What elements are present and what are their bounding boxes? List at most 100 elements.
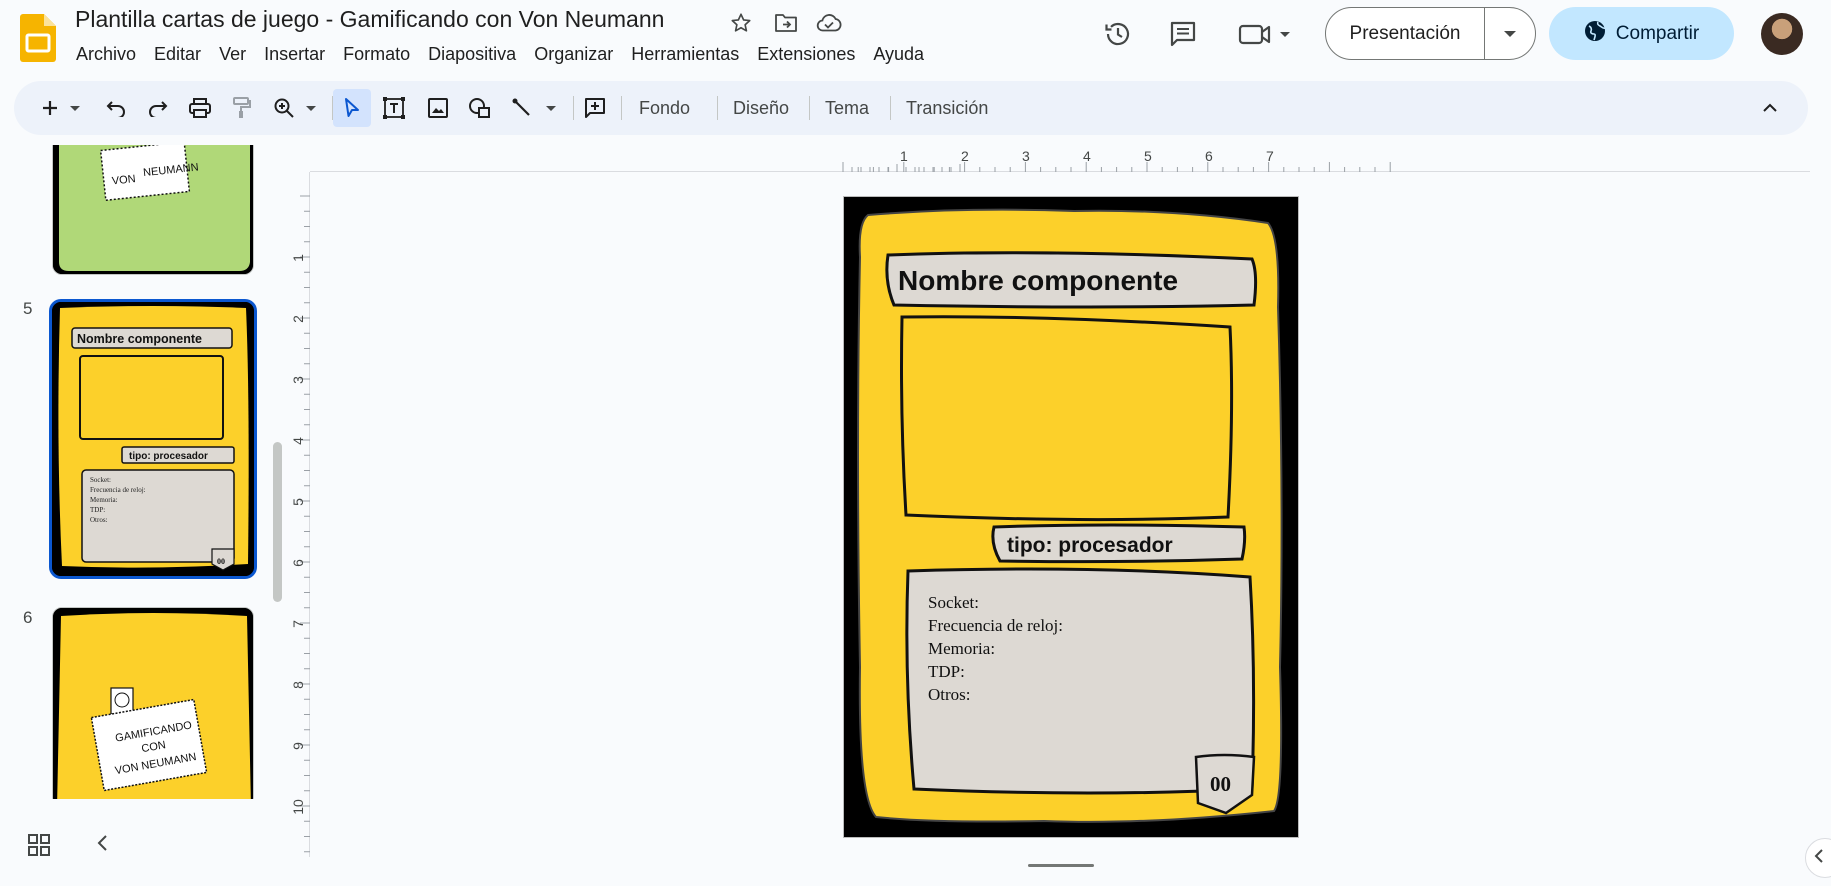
globe-icon <box>1584 20 1606 48</box>
thumb-field: Socket: <box>90 476 111 484</box>
layout-button[interactable]: Diseño <box>725 89 797 127</box>
side-panel-toggle[interactable] <box>1805 838 1831 878</box>
menu-ayuda[interactable]: Ayuda <box>864 42 933 67</box>
ruler-v-label: 2 <box>289 315 306 323</box>
thumb-card-badge: 00 <box>217 557 225 566</box>
paint-format-icon[interactable] <box>224 89 260 127</box>
ruler-v-label: 6 <box>289 559 306 567</box>
ruler-v-label: 7 <box>289 620 306 628</box>
present-button: Presentación <box>1325 7 1536 60</box>
move-folder-icon[interactable] <box>773 10 799 36</box>
menu-archivo[interactable]: Archivo <box>66 42 145 67</box>
line-caret-icon[interactable] <box>542 89 560 127</box>
menu-formato[interactable]: Formato <box>334 42 419 67</box>
ruler-h-label: 5 <box>1144 148 1152 164</box>
toolbar-divider <box>809 96 810 120</box>
select-cursor-icon[interactable] <box>333 89 371 127</box>
print-icon[interactable] <box>182 89 218 127</box>
ruler-v-label: 8 <box>289 681 306 689</box>
meet-video-icon[interactable] <box>1236 14 1296 54</box>
theme-button[interactable]: Tema <box>817 89 877 127</box>
toolbar-divider <box>890 96 891 120</box>
text-box-icon[interactable] <box>376 89 412 127</box>
new-slide-plus-icon[interactable] <box>32 89 68 127</box>
zoom-icon[interactable] <box>266 89 302 127</box>
cloud-saved-icon[interactable] <box>816 10 842 36</box>
slides-logo-icon[interactable] <box>20 14 56 62</box>
menu-organizar[interactable]: Organizar <box>525 42 622 67</box>
redo-icon[interactable] <box>140 89 176 127</box>
toolbar: Fondo Diseño Tema Transición <box>14 81 1808 135</box>
slide-thumbnail-6[interactable]: GAMIFICANDO CON VON NEUMANN <box>52 607 254 799</box>
share-label: Compartir <box>1615 22 1700 44</box>
thumb-field: Frecuencia de reloj: <box>90 486 146 494</box>
ruler-h-label: 3 <box>1022 148 1030 164</box>
menu-ver[interactable]: Ver <box>210 42 255 67</box>
thumb-field: Memoria: <box>90 496 118 504</box>
ruler-h-label: 2 <box>961 148 969 164</box>
toolbar-divider <box>717 96 718 120</box>
ruler-v-label: 3 <box>289 376 306 384</box>
present-label[interactable]: Presentación <box>1326 8 1485 59</box>
account-avatar[interactable] <box>1761 13 1803 55</box>
transition-button[interactable]: Transición <box>898 89 996 127</box>
ruler-v-label: 9 <box>289 742 306 750</box>
toolbar-divider <box>621 96 622 120</box>
line-icon[interactable] <box>504 89 540 127</box>
card-field-memory: Memoria: <box>928 639 995 658</box>
title-bar: Plantilla cartas de juego - Gamificando … <box>0 0 1831 80</box>
ruler-v-label: 10 <box>289 799 306 815</box>
version-history-icon[interactable] <box>1098 14 1138 54</box>
menu-insertar[interactable]: Insertar <box>255 42 334 67</box>
card-type: tipo: procesador <box>1007 534 1173 557</box>
menu-editar[interactable]: Editar <box>145 42 210 67</box>
share-button[interactable]: Compartir <box>1549 7 1734 60</box>
card-field-socket: Socket: <box>928 593 979 612</box>
vertical-ruler: 1 2 3 4 5 6 7 8 9 10 <box>289 172 310 857</box>
new-slide-caret-icon[interactable] <box>66 89 84 127</box>
thumb-field: Otros: <box>90 516 108 524</box>
card-field-tdp: TDP: <box>928 662 965 681</box>
thumb-logo-von: VON <box>111 173 136 187</box>
speaker-notes-handle[interactable] <box>1028 864 1094 867</box>
slide-thumbnail-4[interactable]: VON NEUMANN <box>52 145 254 275</box>
slide-filmstrip: VON NEUMANN 5 Nombre componente tipo: pr… <box>0 145 262 799</box>
collapse-filmstrip-chevron-icon[interactable] <box>96 834 120 860</box>
card-field-clock: Frecuencia de reloj: <box>928 616 1063 635</box>
filmstrip-scrollbar[interactable] <box>273 442 282 602</box>
grid-view-icon[interactable] <box>28 834 54 860</box>
slide-number-5: 5 <box>23 299 33 318</box>
collapse-toolbar-chevron-icon[interactable] <box>1752 89 1788 127</box>
card-title: Nombre componente <box>898 265 1178 296</box>
ruler-h-label: 6 <box>1205 148 1213 164</box>
document-title[interactable]: Plantilla cartas de juego - Gamificando … <box>75 6 664 33</box>
present-options-caret-icon[interactable] <box>1485 8 1535 59</box>
toolbar-divider <box>573 96 574 120</box>
ruler-v-label: 1 <box>289 254 306 262</box>
slide-canvas[interactable]: Nombre componente tipo: procesador Socke… <box>843 196 1299 838</box>
menu-extensiones[interactable]: Extensiones <box>748 42 864 67</box>
horizontal-ruler: 1 2 3 4 5 6 7 <box>310 148 1810 172</box>
chevron-left-icon <box>1814 848 1824 869</box>
menu-diapositiva[interactable]: Diapositiva <box>419 42 525 67</box>
ruler-h-label: 1 <box>900 148 908 164</box>
ruler-h-label: 7 <box>1266 148 1274 164</box>
menu-bar: Archivo Editar Ver Insertar Formato Diap… <box>66 42 933 67</box>
shape-icon[interactable] <box>462 89 498 127</box>
background-button[interactable]: Fondo <box>631 89 698 127</box>
thumb-card-type: tipo: procesador <box>129 451 208 462</box>
thumb-card-title: Nombre componente <box>77 332 202 346</box>
ruler-v-label: 4 <box>289 437 306 445</box>
zoom-caret-icon[interactable] <box>302 89 320 127</box>
comments-icon[interactable] <box>1163 14 1203 54</box>
undo-icon[interactable] <box>98 89 134 127</box>
star-icon[interactable] <box>728 10 754 36</box>
card-field-other: Otros: <box>928 685 971 704</box>
add-comment-icon[interactable] <box>577 89 613 127</box>
ruler-h-label: 4 <box>1083 148 1091 164</box>
thumb-field: TDP: <box>90 506 105 514</box>
insert-image-icon[interactable] <box>420 89 456 127</box>
slide-number-6: 6 <box>23 608 33 627</box>
menu-herramientas[interactable]: Herramientas <box>622 42 748 67</box>
slide-thumbnail-5-selected[interactable]: Nombre componente tipo: procesador Socke… <box>49 299 257 579</box>
